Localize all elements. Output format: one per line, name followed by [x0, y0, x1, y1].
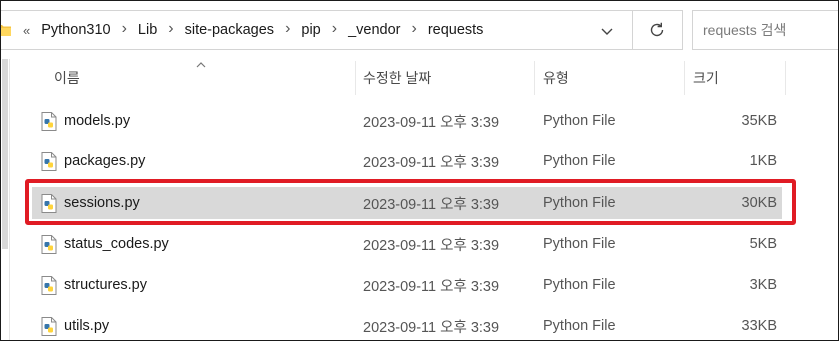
breadcrumb-separator-icon[interactable]: ›: [114, 21, 135, 37]
python-file-icon: [41, 112, 57, 131]
file-name: models.py: [64, 113, 131, 129]
file-name: sessions.py: [64, 195, 140, 211]
python-file-icon: [41, 276, 57, 295]
file-size: 1KB: [749, 153, 777, 169]
file-date: 2023-09-11 오후 3:39: [363, 237, 500, 254]
file-date: 2023-09-11 오후 3:39: [363, 154, 500, 171]
file-size: 30KB: [741, 195, 777, 211]
python-file-icon: [41, 194, 57, 213]
file-size: 3KB: [749, 277, 777, 293]
breadcrumb-vendor[interactable]: _vendor: [345, 22, 403, 38]
refresh-icon: [650, 22, 664, 37]
file-row[interactable]: status_codes.py 2023-09-11 오후 3:39 Pytho…: [32, 228, 782, 260]
column-header-name[interactable]: 이름: [54, 59, 80, 97]
pane-divider[interactable]: [9, 59, 10, 340]
file-name: status_codes.py: [64, 236, 169, 252]
file-type: Python File: [543, 113, 616, 129]
address-toolbar: « Python310 › Lib › site-packages › pip …: [1, 1, 838, 58]
column-divider[interactable]: [785, 61, 786, 95]
file-date: 2023-09-11 오후 3:39: [363, 319, 500, 336]
column-divider[interactable]: [534, 61, 535, 95]
breadcrumb-python310[interactable]: Python310: [38, 22, 113, 38]
column-headers: 이름 수정한 날짜 유형 크기: [1, 59, 838, 97]
navigation-pane-edge: [1, 59, 11, 340]
breadcrumb-separator-icon[interactable]: ›: [160, 21, 181, 37]
file-row[interactable]: models.py 2023-09-11 오후 3:39 Python File…: [32, 105, 782, 137]
breadcrumb-separator-icon[interactable]: ›: [277, 21, 298, 37]
file-explorer-window: « Python310 › Lib › site-packages › pip …: [0, 0, 839, 341]
address-bar[interactable]: « Python310 › Lib › site-packages › pip …: [1, 10, 633, 50]
file-row-selected[interactable]: sessions.py 2023-09-11 오후 3:39 Python Fi…: [32, 187, 782, 219]
file-row[interactable]: structures.py 2023-09-11 오후 3:39 Python …: [32, 269, 782, 301]
breadcrumb-requests[interactable]: requests: [425, 22, 487, 38]
file-size: 5KB: [749, 236, 777, 252]
sort-ascending-icon: [196, 62, 206, 68]
breadcrumb-overflow[interactable]: «: [23, 23, 30, 38]
column-divider[interactable]: [355, 61, 356, 95]
file-row[interactable]: packages.py 2023-09-11 오후 3:39 Python Fi…: [32, 145, 782, 177]
file-date: 2023-09-11 오후 3:39: [363, 114, 500, 131]
file-type: Python File: [543, 318, 616, 334]
breadcrumb-separator-icon[interactable]: ›: [324, 21, 345, 37]
column-divider[interactable]: [684, 61, 685, 95]
breadcrumb: « Python310 › Lib › site-packages › pip …: [23, 21, 487, 39]
file-type: Python File: [543, 195, 616, 211]
file-name: structures.py: [64, 277, 147, 293]
file-row[interactable]: utils.py 2023-09-11 오후 3:39 Python File …: [32, 310, 782, 340]
file-size: 33KB: [741, 318, 777, 334]
file-type: Python File: [543, 236, 616, 252]
python-file-icon: [41, 152, 57, 171]
breadcrumb-site-packages[interactable]: site-packages: [182, 22, 277, 38]
file-date: 2023-09-11 오후 3:39: [363, 278, 500, 295]
search-input[interactable]: [703, 22, 833, 38]
python-file-icon: [41, 235, 57, 254]
breadcrumb-lib[interactable]: Lib: [135, 22, 160, 38]
file-type: Python File: [543, 277, 616, 293]
file-name: packages.py: [64, 153, 146, 169]
python-file-icon: [41, 317, 57, 336]
folder-icon: [1, 25, 11, 36]
column-header-type[interactable]: 유형: [543, 59, 569, 97]
file-date: 2023-09-11 오후 3:39: [363, 196, 500, 213]
chevron-down-icon[interactable]: [598, 22, 616, 40]
file-name: utils.py: [64, 318, 110, 334]
file-size: 35KB: [741, 113, 777, 129]
refresh-button[interactable]: [632, 10, 683, 50]
column-header-size[interactable]: 크기: [693, 59, 719, 97]
breadcrumb-separator-icon[interactable]: ›: [403, 21, 424, 37]
search-box[interactable]: [692, 10, 838, 50]
column-header-date[interactable]: 수정한 날짜: [363, 59, 431, 97]
breadcrumb-pip[interactable]: pip: [298, 22, 323, 38]
file-type: Python File: [543, 153, 616, 169]
